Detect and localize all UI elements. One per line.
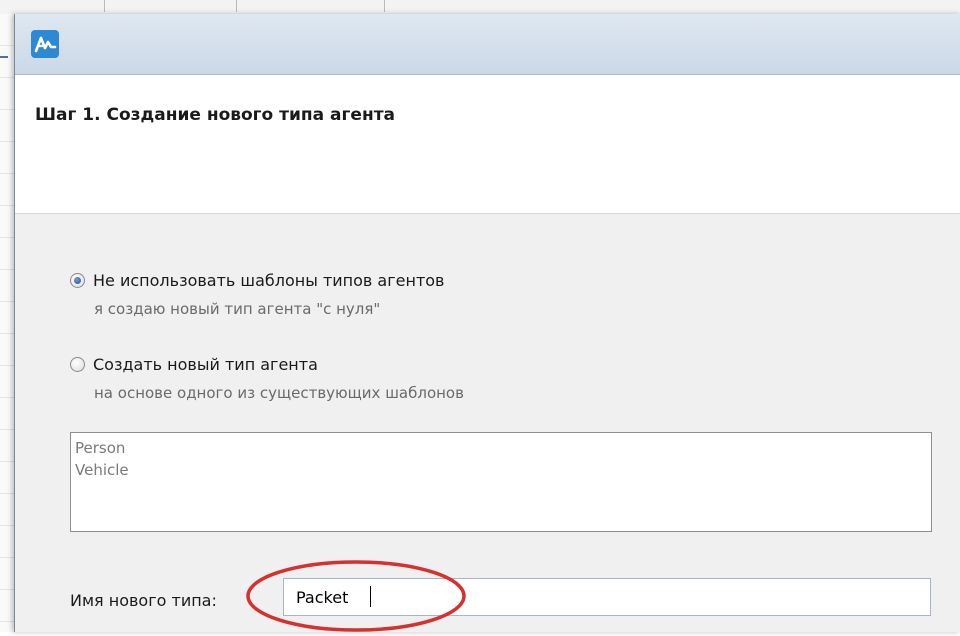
toolbar-separator: [384, 0, 385, 12]
option-label-no-templates[interactable]: Не использовать шаблоны типов агентов: [93, 271, 444, 290]
text-caret: [370, 586, 371, 607]
wizard-content: Не использовать шаблоны типов агентов я …: [15, 214, 960, 632]
new-type-name-value: Packet: [296, 588, 349, 607]
background-app-toolbar: [0, 0, 960, 15]
wizard-step-title: Шаг 1. Создание нового типа агента: [35, 105, 396, 125]
radio-from-template[interactable]: [70, 357, 85, 372]
option-description-no-templates: я создаю новый тип агента "с нуля": [94, 300, 381, 318]
background-app-panel: [0, 14, 14, 632]
toolbar-separator: [104, 0, 105, 12]
new-type-name-label: Имя нового типа:: [70, 591, 217, 610]
template-item-person[interactable]: Person: [75, 437, 927, 459]
toolbar-separator: [236, 0, 237, 12]
template-list[interactable]: Person Vehicle: [70, 432, 932, 532]
radio-no-templates[interactable]: [70, 273, 85, 288]
template-item-vehicle[interactable]: Vehicle: [75, 459, 927, 481]
new-type-name-input[interactable]: Packet: [283, 578, 931, 616]
anylogic-logo-icon: [31, 30, 59, 58]
wizard-header: Шаг 1. Создание нового типа агента: [15, 75, 960, 214]
option-label-from-template[interactable]: Создать новый тип агента: [93, 355, 318, 374]
option-description-from-template: на основе одного из существующих шаблоно…: [94, 384, 464, 402]
window-titlebar[interactable]: [15, 14, 960, 75]
panel-marker: [0, 56, 8, 58]
new-agent-wizard-dialog: Шаг 1. Создание нового типа агента Не ис…: [14, 14, 960, 632]
